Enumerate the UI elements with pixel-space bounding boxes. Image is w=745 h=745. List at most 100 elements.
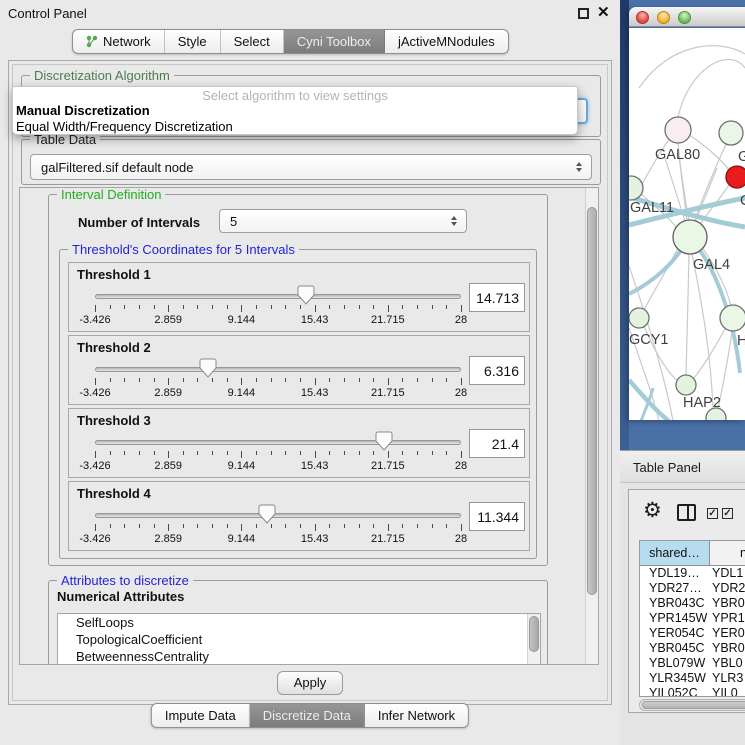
tick-mark (168, 378, 169, 385)
network-window-titlebar[interactable] (629, 7, 745, 27)
threshold-slider-track[interactable] (95, 440, 461, 445)
bottom-tab-infer-network[interactable]: Infer Network (365, 704, 468, 727)
threshold-slider-thumb[interactable] (258, 504, 276, 524)
threshold-value-field[interactable] (469, 283, 525, 312)
tick-mark (359, 524, 360, 528)
attribute-item-topologicalcoefficient[interactable]: TopologicalCoefficient (58, 631, 540, 648)
tick-mark (139, 378, 140, 382)
threshold-panel-2: Threshold 2-3.4262.8599.14415.4321.71528 (68, 335, 530, 405)
threshold-slider-track[interactable] (95, 367, 461, 372)
network-node-gal11[interactable] (629, 176, 643, 200)
tick-label: 9.144 (228, 387, 256, 399)
gear-icon[interactable]: ⚙ (643, 498, 662, 523)
split-columns-icon[interactable] (677, 504, 696, 521)
table-row[interactable]: YLR345WYLR3 (640, 671, 745, 686)
tick-mark (300, 451, 301, 455)
threshold-slider-thumb[interactable] (297, 285, 315, 305)
settings-vertical-scrollbar[interactable] (585, 188, 598, 664)
table-data-combobox[interactable]: galFiltered.sif default node (30, 154, 592, 180)
table-row[interactable]: YBR043CYBR0 (640, 596, 745, 611)
network-edge[interactable] (644, 246, 679, 310)
close-icon[interactable]: ✕ (597, 3, 610, 21)
network-edge[interactable] (678, 59, 745, 117)
threshold-label: Threshold 3 (77, 413, 151, 428)
tick-mark (417, 451, 418, 455)
cell-name: YDL1 (710, 566, 745, 581)
table-row[interactable]: YBR045CYBR0 (640, 641, 745, 656)
checkbox-checked-icon[interactable]: ✓ (722, 508, 733, 519)
table-row[interactable]: YPR145WYPR1 (640, 611, 745, 626)
tick-mark (197, 378, 198, 382)
table-row[interactable]: YBL079WYBL0 (640, 656, 745, 671)
zoom-green-icon[interactable] (678, 11, 691, 24)
close-red-icon[interactable] (636, 11, 649, 24)
tab-cyni-toolbox[interactable]: Cyni Toolbox (284, 30, 385, 53)
tick-mark (110, 451, 111, 455)
attributes-scrollbar[interactable] (527, 614, 540, 665)
attribute-item-selfloops[interactable]: SelfLoops (58, 614, 540, 631)
tab-style[interactable]: Style (165, 30, 221, 53)
network-canvas[interactable]: GAL80GACGAL11GAL4GCY1HHAP2 (629, 28, 745, 420)
threshold-value-field[interactable] (469, 429, 525, 458)
tick-mark (139, 451, 140, 455)
attribute-item-betweennesscentrality[interactable]: BetweennessCentrality (58, 648, 540, 665)
tick-mark (227, 451, 228, 455)
network-node-h[interactable] (720, 305, 745, 331)
tick-mark (402, 378, 403, 382)
network-node-ga[interactable] (719, 121, 743, 145)
number-of-intervals-label: Number of Intervals (78, 215, 200, 230)
apply-button[interactable]: Apply (277, 671, 343, 695)
column-header-shared-name[interactable]: shared… (640, 541, 710, 565)
tick-label: 21.715 (371, 314, 405, 326)
tick-mark (285, 451, 286, 455)
network-graph[interactable]: GAL80GACGAL11GAL4GCY1HHAP2 (629, 28, 745, 420)
bottom-tab-impute-data[interactable]: Impute Data (152, 704, 250, 727)
network-node-gal80[interactable] (665, 117, 691, 143)
threshold-slider-track[interactable] (95, 294, 461, 299)
tab-select[interactable]: Select (221, 30, 284, 53)
network-edge[interactable] (695, 168, 717, 222)
network-edge[interactable] (686, 254, 689, 375)
group-title: Discretization Algorithm (30, 68, 174, 83)
threshold-slider-track[interactable] (95, 513, 461, 518)
tick-mark (432, 451, 433, 455)
tick-mark (417, 378, 418, 382)
network-node-c[interactable] (726, 166, 745, 188)
dropdown-option-manual-discretization[interactable]: Manual Discretization (13, 103, 577, 119)
tick-mark (446, 378, 447, 382)
network-edge[interactable] (693, 327, 726, 379)
float-window-icon[interactable] (578, 8, 589, 19)
scrollbar-thumb[interactable] (587, 207, 597, 595)
threshold-slider-thumb[interactable] (199, 358, 217, 378)
table-horizontal-scrollbar[interactable] (639, 699, 745, 711)
threshold-value-field[interactable] (469, 356, 525, 385)
network-node-gal4[interactable] (673, 220, 707, 254)
number-of-intervals-combobox[interactable]: 5 (219, 209, 467, 233)
scrollbar-thumb[interactable] (642, 701, 745, 709)
network-node-hap2[interactable] (676, 375, 696, 395)
table-row[interactable]: YDL19…YDL1 (640, 566, 745, 581)
table-row[interactable]: YIL052CYIL0 (640, 686, 745, 697)
tick-label: 28 (455, 314, 467, 326)
table-row[interactable]: YER054CYER0 (640, 626, 745, 641)
tick-mark (344, 524, 345, 528)
tab-network[interactable]: Network (73, 30, 165, 53)
tick-mark (95, 524, 96, 531)
minimize-yellow-icon[interactable] (657, 11, 670, 24)
table-row[interactable]: YDR27…YDR2 (640, 581, 745, 596)
tick-mark (124, 524, 125, 528)
dropdown-option-equal-width-frequency[interactable]: Equal Width/Frequency Discretization (13, 119, 577, 135)
scrollbar-thumb[interactable] (529, 616, 539, 652)
network-view-window: GAL80GACGAL11GAL4GCY1HHAP2 (629, 7, 745, 420)
tab-jactivemnodules[interactable]: jActiveMNodules (385, 30, 508, 53)
threshold-slider-thumb[interactable] (375, 431, 393, 451)
desktop-left-strip (620, 0, 629, 450)
threshold-value-field[interactable] (469, 502, 525, 531)
column-header-name[interactable]: na (710, 541, 745, 565)
checkbox-checked-icon[interactable]: ✓ (707, 508, 718, 519)
tick-mark (300, 378, 301, 382)
network-edge[interactable] (639, 46, 745, 88)
tick-mark (315, 305, 316, 312)
bottom-tab-discretize-data[interactable]: Discretize Data (250, 704, 365, 727)
network-node-gcy1[interactable] (629, 308, 649, 328)
